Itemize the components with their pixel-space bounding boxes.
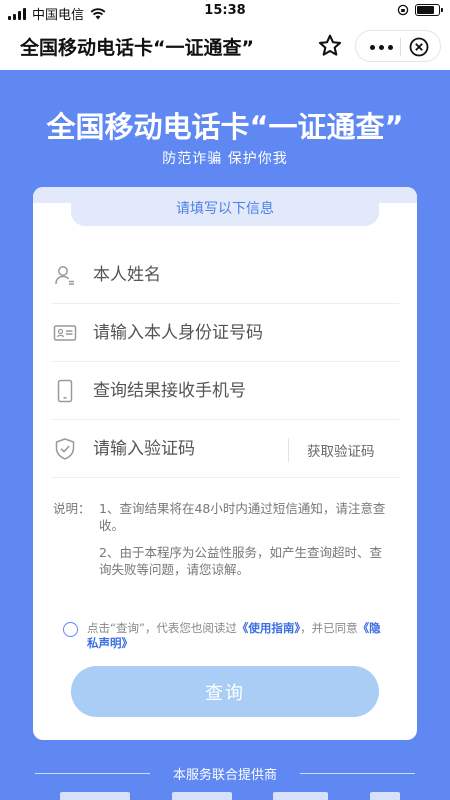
id-number-input[interactable] [93, 318, 313, 348]
nav-bar: 全国移动电话卡“一证通查” [0, 22, 450, 70]
battery-icon [415, 4, 443, 16]
close-circle-icon[interactable] [408, 36, 430, 58]
user-icon [55, 266, 74, 285]
code-field: 获取验证码 [51, 420, 399, 478]
usage-guide-link[interactable]: 《使用指南》 [237, 621, 300, 635]
phone-input[interactable] [93, 376, 313, 406]
partner-logo [171, 792, 232, 800]
agreement-middle: ，并已同意 [300, 621, 358, 635]
notes-label: 说明： [53, 501, 91, 516]
get-code-button[interactable]: 获取验证码 [307, 440, 375, 460]
note-item-2: 2、由于本程序为公益性服务，如产生查询超时、查询失败等问题，请您谅解。 [99, 545, 382, 577]
capsule-divider [400, 38, 401, 56]
id-field [51, 304, 399, 362]
code-divider [288, 438, 289, 462]
phone-field [51, 362, 399, 420]
phone-icon [57, 379, 73, 403]
status-bar: 中国电信 15:38 [0, 0, 450, 23]
name-field [51, 246, 399, 304]
partner-logo [369, 792, 400, 800]
agreement-prefix: 点击“查询”，代表您也阅读过 [87, 621, 237, 635]
note-item-1: 1、查询结果将在48小时内通过短信通知，请注意查收。 [99, 501, 386, 533]
form-card: 请填写以下信息 获取验证码 说明： [33, 187, 417, 740]
partner-logo [60, 792, 130, 800]
query-button[interactable]: 查询 [71, 666, 379, 717]
verification-code-input[interactable] [93, 434, 273, 464]
orientation-lock-icon [397, 4, 409, 16]
banner-subtitle: 防范诈骗 保护你我 [162, 151, 288, 167]
name-input[interactable] [93, 260, 313, 290]
shield-check-icon [55, 438, 75, 460]
star-icon[interactable] [316, 32, 344, 60]
mini-program-capsule [355, 30, 441, 62]
more-icon[interactable] [366, 39, 396, 55]
partner-logos [60, 792, 400, 800]
footer-divider-right [300, 773, 415, 774]
status-time: 15:38 [204, 3, 246, 18]
nav-title: 全国移动电话卡“一证通查” [20, 37, 254, 59]
id-card-icon [53, 325, 77, 341]
status-right [397, 4, 443, 16]
banner-title: 全国移动电话卡“一证通查” [46, 110, 404, 144]
partner-logo [273, 792, 329, 800]
agreement-text: 点击“查询”，代表您也阅读过《使用指南》，并已同意《隐私声明》 [87, 621, 387, 651]
agree-radio[interactable] [63, 622, 78, 637]
card-header-label: 请填写以下信息 [176, 201, 274, 217]
